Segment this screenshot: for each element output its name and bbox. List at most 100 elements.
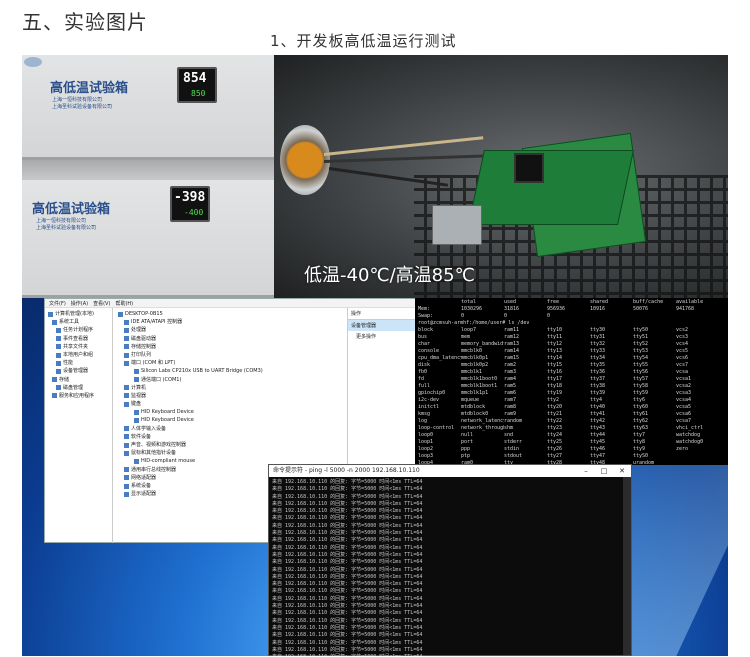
tree-item[interactable]: 系统工具 [48,318,109,326]
device-label: 声音、视频和游戏控制器 [131,442,187,448]
tree-item[interactable]: 存储 [48,376,109,384]
device-icon [124,442,129,448]
device-tree-item[interactable]: 处理器 [118,326,342,334]
term-cell: vcsa5 [676,404,692,410]
folder-icon [56,327,61,333]
device-label: HID-compliant mouse [141,458,196,465]
tree-item-label: 设备管理器 [63,368,89,375]
term-cell: block [418,327,434,333]
term-cell [676,460,719,465]
menu-item[interactable]: 帮助(H) [115,300,133,307]
device-tree-item[interactable]: DESKTOP-0B15 [118,310,342,318]
term-cell: tty51 [633,334,649,340]
serial-terminal: total used free shared buff/cache available Me… [415,298,728,465]
tree-item-label: 任务计划程序 [63,327,94,334]
folder-icon [56,385,61,391]
tree-item[interactable]: 磁盘管理 [48,384,109,392]
term-dev-row: loop1 port stderr tty25 tty45 tty8 watchdog0 [418,439,725,446]
device-label: 监视器 [131,392,147,399]
cable-port [280,125,330,195]
device-tree-item[interactable]: 人体学输入设备 [118,425,342,433]
term-cell: ttyS0 [633,453,649,459]
term-cell: tty55 [633,362,649,368]
term-cell: tty52 [633,341,649,347]
device-tree-item[interactable]: 软件设备 [118,433,342,441]
device-tree-item[interactable]: 鼠标和其他指针设备 [118,449,342,457]
device-label: HID Keyboard Device [141,409,194,416]
term-cell: 0 [461,313,465,319]
page: 五、实验图片 1、开发板高低温运行测试 高低温试验箱 上海一恒科技有限公司 上海… [0,0,750,657]
device-tree-item[interactable]: 通信端口 (COM1) [118,376,342,384]
term-cell: mmcblk0p1 [461,355,489,361]
term-cell: 31816 [504,306,520,312]
term-cell: ram7 [504,397,517,403]
term-cell: tty50 [633,327,649,333]
device-tree-item[interactable]: 键盘 [118,400,342,408]
tree-item-label: 服务和应用程序 [59,392,95,399]
tree-item[interactable]: 计算机管理(本地) [48,310,109,318]
device-tree-item[interactable]: HID Keyboard Device [118,408,342,416]
tree-item[interactable]: 服务和应用程序 [48,392,109,400]
tree-item-label: 共享文件夹 [63,343,89,350]
tree-item[interactable]: 共享文件夹 [48,343,109,351]
device-tree-item[interactable]: 磁盘驱动器 [118,335,342,343]
tree-item[interactable]: 本地用户和组 [48,351,109,359]
maximize-icon[interactable]: □ [595,465,613,477]
device-tree-item[interactable]: Silicon Labs CP210x USB to UART Bridge (… [118,367,342,375]
term-cell: 0 [504,313,508,319]
device-icon [134,409,139,415]
term-dev-row: initctl mtdblock ram8 tty20 tty40 tty60 vcsa5 [418,404,725,411]
term-cell: tty38 [590,383,606,389]
actions-selected[interactable]: 设备管理器 [348,320,417,331]
term-cell: shm [504,425,514,431]
close-icon[interactable]: ✕ [613,465,631,477]
term-cell: tty14 [547,355,563,361]
device-tree-item[interactable]: 计算机 [118,384,342,392]
device-tree-item[interactable]: 打印队列 [118,351,342,359]
menu-item[interactable]: 查看(V) [93,300,110,307]
term-cell: mmcblk1boot1 [461,383,498,389]
term-cell: port [461,439,474,445]
device-label: 存储控制器 [131,343,157,350]
term-cell: buff/cache [633,299,664,305]
term-cell: full [418,383,431,389]
term-cell: tty33 [590,348,606,354]
tree-item[interactable]: 任务计划程序 [48,326,109,334]
term-cell: tty53 [633,348,649,354]
ping-reply-line: 来自 192.168.10.110 的回复: 字节=5000 时间<1ms TT… [272,493,423,500]
controller-sv: 850 [191,89,206,98]
term-cell: vcsa3 [676,390,692,396]
term-cell: tty57 [633,376,649,382]
device-tree-item[interactable]: HID Keyboard Device [118,416,342,424]
term-cell: tty17 [547,376,563,382]
term-cell: null [461,432,474,438]
tree-item-label: 系统工具 [59,319,80,326]
term-cell: char [418,341,431,347]
minimize-icon[interactable]: – [577,465,595,477]
tree-item[interactable]: 性能 [48,359,109,367]
actions-more[interactable]: 更多操作 [348,331,417,342]
term-cell: tty25 [547,439,563,445]
device-tree-item[interactable]: 端口 (COM 和 LPT) [118,359,342,367]
temperature-controller: 854 850 [177,67,217,103]
device-label: 键盘 [131,401,142,408]
term-cell: zero [676,446,689,452]
device-label: HID Keyboard Device [141,417,194,424]
tree-item[interactable]: 设备管理器 [48,367,109,375]
device-tree-item[interactable]: 声音、视频和游戏控制器 [118,441,342,449]
device-tree-item[interactable]: 监视器 [118,392,342,400]
term-cell: vcs3 [676,334,689,340]
menu-item[interactable]: 文件(F) [49,300,66,307]
device-tree-item[interactable]: IDE ATA/ATAPI 控制器 [118,318,342,326]
term-dev-row: loop2 ppp stdin tty26 tty46 tty9 zero [418,446,725,453]
term-cell: mmcblk0p2 [461,362,489,368]
tree-item[interactable]: 事件查看器 [48,335,109,343]
device-icon [124,450,129,456]
cmd-scrollbar[interactable] [623,477,631,655]
menu-item[interactable]: 操作(A) [71,300,88,307]
chamber-maker-line: 上海一恒科技有限公司 [36,218,87,224]
term-cell: bus [418,334,428,340]
term-cell: vcs5 [676,348,689,354]
term-cell: total [461,299,477,305]
device-tree-item[interactable]: 存储控制器 [118,343,342,351]
